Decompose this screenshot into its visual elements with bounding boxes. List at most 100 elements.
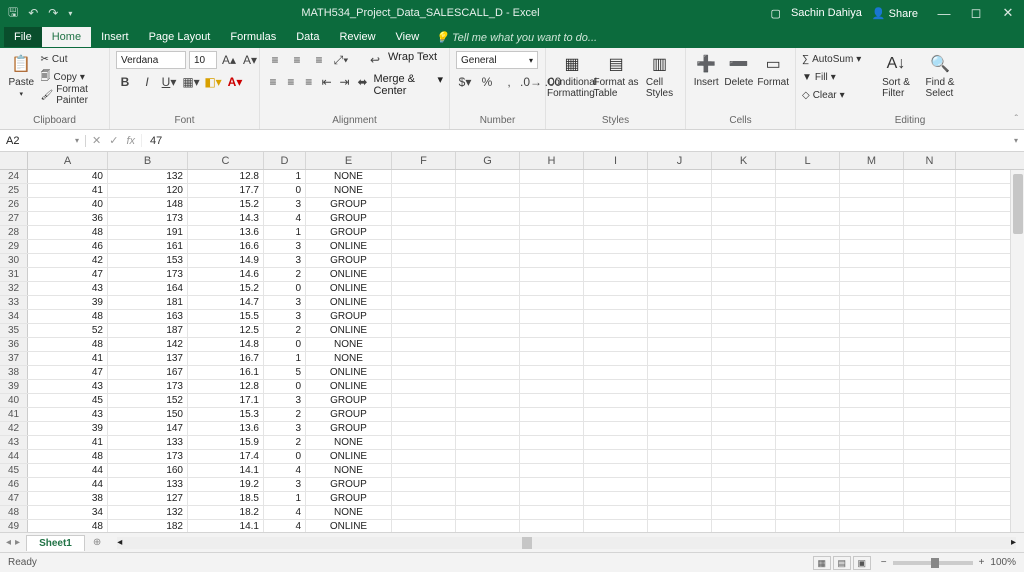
cell[interactable] <box>584 478 648 491</box>
cell[interactable]: 133 <box>108 478 188 491</box>
cell[interactable] <box>840 268 904 281</box>
cell[interactable]: GROUP <box>306 310 392 323</box>
cell[interactable] <box>456 324 520 337</box>
cell[interactable] <box>520 296 584 309</box>
cell[interactable] <box>584 268 648 281</box>
sort-filter-button[interactable]: A↓Sort & Filter <box>876 51 916 99</box>
cell[interactable] <box>904 170 956 183</box>
col-header-C[interactable]: C <box>188 152 264 169</box>
cell[interactable]: 48 <box>28 310 108 323</box>
cell[interactable]: 3 <box>264 254 306 267</box>
cell[interactable] <box>584 170 648 183</box>
cell[interactable] <box>776 268 840 281</box>
cell[interactable] <box>520 450 584 463</box>
cell[interactable] <box>584 310 648 323</box>
cell[interactable] <box>776 240 840 253</box>
cell[interactable] <box>392 366 456 379</box>
cell[interactable] <box>712 478 776 491</box>
cell[interactable]: GROUP <box>306 408 392 421</box>
cell[interactable] <box>584 226 648 239</box>
cell[interactable]: 13.6 <box>188 422 264 435</box>
cell[interactable]: 14.9 <box>188 254 264 267</box>
cell[interactable] <box>392 212 456 225</box>
cell[interactable] <box>712 408 776 421</box>
cell[interactable] <box>456 296 520 309</box>
cell[interactable] <box>584 282 648 295</box>
tab-page-layout[interactable]: Page Layout <box>139 27 221 47</box>
cell[interactable] <box>392 394 456 407</box>
cell[interactable]: 181 <box>108 296 188 309</box>
insert-cells-button[interactable]: ➕Insert <box>692 51 720 88</box>
cell[interactable] <box>840 464 904 477</box>
row-header[interactable]: 29 <box>0 240 28 253</box>
col-header-I[interactable]: I <box>584 152 648 169</box>
cell[interactable] <box>456 520 520 532</box>
formula-input[interactable]: 47 <box>142 135 1014 147</box>
fill-button[interactable]: ▼ Fill ▾ <box>802 69 872 85</box>
row-header[interactable]: 34 <box>0 310 28 323</box>
autosum-button[interactable]: ∑ AutoSum ▾ <box>802 51 872 67</box>
cell[interactable]: 16.1 <box>188 366 264 379</box>
col-header-E[interactable]: E <box>306 152 392 169</box>
cell[interactable] <box>392 268 456 281</box>
cell[interactable] <box>840 366 904 379</box>
cell[interactable]: 41 <box>28 352 108 365</box>
cell[interactable] <box>392 520 456 532</box>
cell[interactable] <box>520 226 584 239</box>
cell[interactable]: NONE <box>306 464 392 477</box>
cell[interactable] <box>840 310 904 323</box>
cell[interactable] <box>584 408 648 421</box>
cell[interactable]: 44 <box>28 464 108 477</box>
align-middle-icon[interactable]: ≡ <box>288 51 306 69</box>
cell[interactable] <box>712 226 776 239</box>
cell[interactable] <box>584 506 648 519</box>
cell[interactable] <box>456 450 520 463</box>
enter-fx-icon[interactable]: ✓ <box>109 134 118 147</box>
underline-button[interactable]: U▾ <box>160 73 178 91</box>
cell[interactable] <box>456 394 520 407</box>
cell[interactable] <box>584 366 648 379</box>
cell[interactable]: 14.1 <box>188 520 264 532</box>
cell[interactable]: 3 <box>264 198 306 211</box>
row-header[interactable]: 47 <box>0 492 28 505</box>
cell[interactable] <box>520 254 584 267</box>
row-header[interactable]: 44 <box>0 450 28 463</box>
cell[interactable] <box>648 198 712 211</box>
wrap-text-button[interactable]: ↩ <box>366 51 384 69</box>
number-format-select[interactable]: General ▾ <box>456 51 538 69</box>
cell[interactable] <box>648 394 712 407</box>
cell[interactable] <box>904 520 956 532</box>
undo-icon[interactable]: ↶ <box>28 6 38 20</box>
cell[interactable] <box>776 492 840 505</box>
cell[interactable]: 14.6 <box>188 268 264 281</box>
cell[interactable]: 47 <box>28 366 108 379</box>
cell[interactable] <box>520 170 584 183</box>
row-header[interactable]: 39 <box>0 380 28 393</box>
row-header[interactable]: 33 <box>0 296 28 309</box>
format-as-table-button[interactable]: ▤Format as Table <box>596 51 636 99</box>
cell[interactable] <box>392 184 456 197</box>
cell[interactable]: ONLINE <box>306 380 392 393</box>
row-header[interactable]: 30 <box>0 254 28 267</box>
cell[interactable]: 148 <box>108 198 188 211</box>
cell[interactable] <box>520 282 584 295</box>
cell[interactable]: 17.7 <box>188 184 264 197</box>
cell[interactable] <box>456 282 520 295</box>
cell[interactable]: 153 <box>108 254 188 267</box>
cell[interactable] <box>648 478 712 491</box>
cell[interactable] <box>776 226 840 239</box>
shrink-font-icon[interactable]: A▾ <box>241 51 259 69</box>
cell[interactable] <box>456 240 520 253</box>
col-header-G[interactable]: G <box>456 152 520 169</box>
cell[interactable] <box>648 408 712 421</box>
sheet-tab-active[interactable]: Sheet1 <box>26 535 85 551</box>
cell[interactable] <box>776 478 840 491</box>
cell[interactable]: 133 <box>108 436 188 449</box>
cell[interactable]: 14.3 <box>188 212 264 225</box>
cell[interactable]: 191 <box>108 226 188 239</box>
cell[interactable]: 163 <box>108 310 188 323</box>
cell[interactable] <box>648 184 712 197</box>
cell[interactable]: 15.2 <box>188 282 264 295</box>
row-header[interactable]: 49 <box>0 520 28 532</box>
border-button[interactable]: ▦▾ <box>182 73 200 91</box>
